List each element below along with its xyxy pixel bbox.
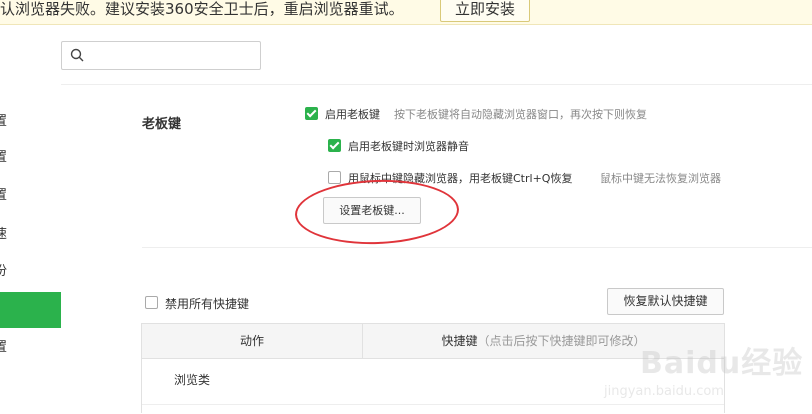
middle-click-hint: 鼠标中键无法恢复浏览器 xyxy=(600,172,721,185)
watermark-logo: Baidu经验 xyxy=(640,346,804,381)
warning-banner: 认浏览器失败。建议安装360安全卫士后，重启浏览器重试。 立即安装 xyxy=(0,0,812,25)
middle-click-label: 用鼠标中键隐藏浏览器，用老板键Ctrl+Q恢复 xyxy=(348,172,573,185)
disable-all-shortcuts-label: 禁用所有快捷键 xyxy=(165,297,250,311)
enable-boss-key-checkbox[interactable] xyxy=(305,107,318,120)
banner-message: 认浏览器失败。建议安装360安全卫士后，重启浏览器重试。 xyxy=(0,0,404,18)
column-header-shortcut-label: 快捷键 xyxy=(441,334,478,348)
watermark-url: jingyan.baidu.com xyxy=(604,384,724,399)
sidebar-item-3[interactable]: 置 xyxy=(0,178,61,214)
enable-boss-key-hint: 按下老板键将自动隐藏浏览器窗口，再次按下则恢复 xyxy=(394,108,647,121)
mute-checkbox[interactable] xyxy=(328,139,341,152)
baidu-watermark: Baidu经验 jingyan.baidu.com xyxy=(600,318,812,412)
mute-label: 启用老板键时浏览器静音 xyxy=(348,140,469,153)
set-boss-key-button[interactable]: 设置老板键... xyxy=(323,197,421,224)
sidebar-item-1[interactable]: 置 xyxy=(0,104,61,140)
column-header-action: 动作 xyxy=(142,324,363,359)
restore-default-shortcuts-button[interactable]: 恢复默认快捷键 xyxy=(607,288,724,315)
search-input[interactable] xyxy=(61,41,261,70)
enable-boss-key-label: 启用老板键 xyxy=(325,108,380,121)
sidebar-item-2[interactable]: 置 xyxy=(0,140,61,176)
sidebar-item-4[interactable]: 速 xyxy=(0,217,61,253)
section-divider xyxy=(142,247,812,248)
middle-click-checkbox[interactable] xyxy=(328,171,341,184)
search-icon xyxy=(70,48,84,62)
install-button[interactable]: 立即安装 xyxy=(440,0,530,22)
sidebar-item-shortcuts[interactable] xyxy=(0,292,61,328)
settings-sidebar: 置 置 置 速 份 置 xyxy=(0,84,61,412)
sidebar-item-7[interactable]: 置 xyxy=(0,330,61,366)
sidebar-item-5[interactable]: 份 xyxy=(0,254,61,290)
boss-key-section-label: 老板键 xyxy=(142,117,182,132)
category-row-browse: 浏览类 xyxy=(174,373,211,387)
disable-all-shortcuts-checkbox[interactable] xyxy=(145,296,158,309)
